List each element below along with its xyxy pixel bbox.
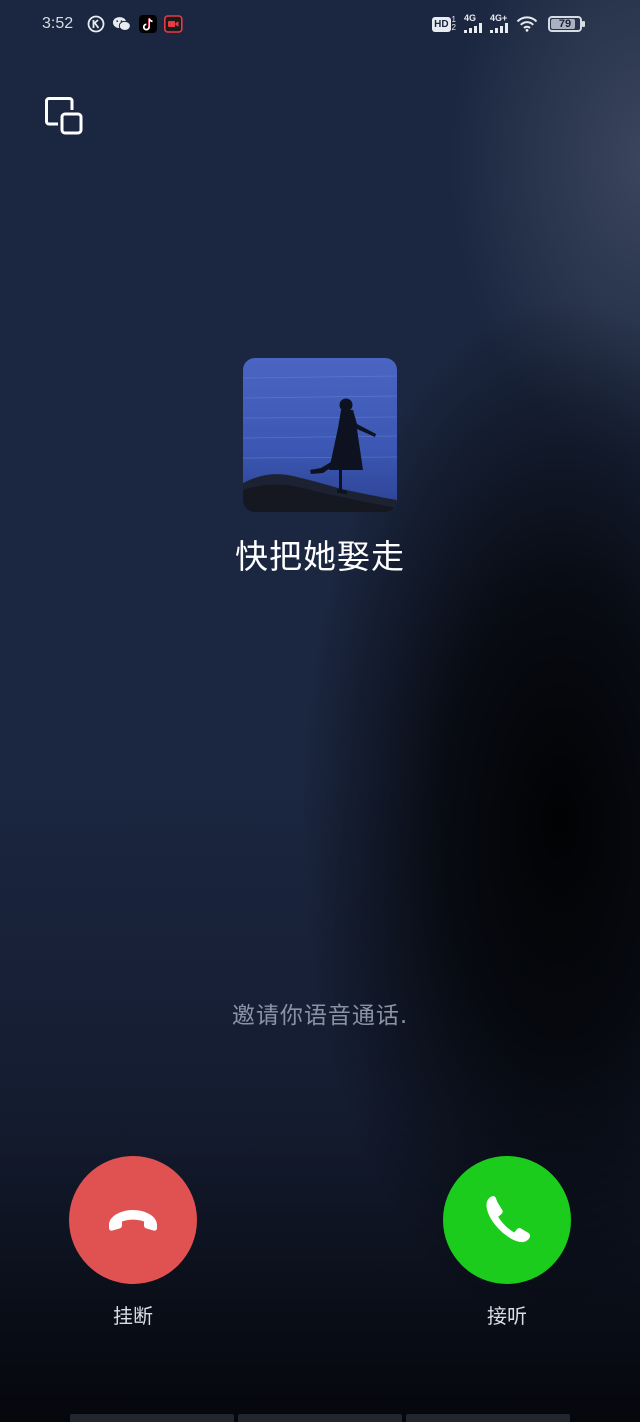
hd-voice-icon: HD 12 — [432, 14, 456, 32]
sim2-signal-icon: 4G+ — [490, 14, 508, 33]
battery-icon: 79 — [548, 16, 585, 32]
hangup-button[interactable] — [69, 1156, 197, 1284]
answer-button[interactable] — [443, 1156, 571, 1284]
answer-phone-icon — [486, 1196, 531, 1243]
video-recorder-icon — [164, 14, 183, 33]
caller-name: 快把她娶走 — [235, 537, 405, 576]
navigation-gesture-bar[interactable] — [70, 1414, 570, 1422]
hangup-phone-icon — [109, 1210, 157, 1231]
battery-level: 79 — [558, 18, 572, 30]
k-app-icon — [86, 14, 105, 33]
tiktok-icon — [138, 14, 157, 33]
wifi-icon — [516, 15, 538, 32]
call-invite-text: 邀请你语音通话. — [231, 1003, 409, 1029]
notification-icons — [86, 14, 183, 33]
hd-label: HD — [432, 16, 451, 32]
incoming-call-screen: 3:52 HD 12 4G 4G+ 79 快把她娶走 邀请你语音通话. 挂断 接… — [0, 0, 640, 1422]
status-bar: 3:52 HD 12 4G 4G+ 79 — [0, 0, 640, 50]
sim1-network-label: 4G — [464, 13, 477, 23]
caller-avatar — [243, 358, 397, 512]
answer-label: 接听 — [487, 1304, 527, 1328]
sim2-network-label: 4G+ — [490, 13, 508, 23]
float-window-icon — [45, 97, 83, 135]
minimize-window-button[interactable] — [44, 96, 84, 136]
status-time: 3:52 — [42, 15, 74, 32]
wechat-icon — [112, 14, 131, 33]
hangup-label: 挂断 — [113, 1304, 153, 1328]
sim1-signal-icon: 4G — [464, 14, 482, 33]
